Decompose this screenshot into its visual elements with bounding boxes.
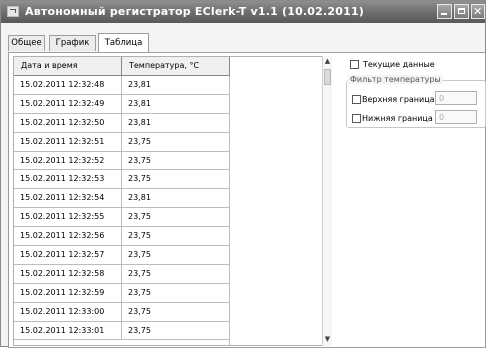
table-header: Дата и время Температура, °С (14, 57, 230, 76)
cell-temperature[interactable]: 23,81 (122, 114, 230, 132)
temperature-filter-legend: Фильтр температуры (348, 75, 443, 84)
lower-bound-checkbox[interactable] (352, 114, 361, 123)
scroll-up-icon[interactable]: ▲ (323, 56, 332, 67)
upper-bound-label: Верхняя граница (362, 95, 435, 104)
cell-datetime[interactable]: 15.02.2011 12:33:00 (14, 302, 122, 321)
cell-datetime[interactable]: 15.02.2011 12:32:51 (14, 132, 122, 151)
table-row[interactable]: 15.02.2011 12:32:53 23,75 (14, 170, 230, 190)
close-icon: ✕ (473, 5, 483, 18)
scroll-down-icon[interactable]: ▼ (323, 334, 332, 345)
cell-temperature[interactable]: 23,81 (122, 189, 230, 207)
current-data-label: Текущие данные (363, 60, 435, 69)
table-row[interactable]: 15.02.2011 12:33:01 23,75 (14, 321, 230, 341)
minimize-icon (441, 13, 447, 15)
data-table[interactable]: Дата и время Температура, °С 15.02.2011 … (13, 56, 332, 346)
cell-datetime[interactable]: 15.02.2011 12:32:50 (14, 113, 122, 132)
cell-datetime[interactable]: 15.02.2011 12:32:55 (14, 208, 122, 227)
cell-temperature[interactable]: 23,75 (122, 152, 230, 170)
minimize-button[interactable] (437, 4, 452, 19)
cell-temperature[interactable]: 23,75 (122, 227, 230, 245)
cell-temperature[interactable]: 23,81 (122, 95, 230, 113)
cell-datetime[interactable]: 15.02.2011 12:32:52 (14, 151, 122, 170)
title-bar[interactable]: Автономный регистратор EClerk-T v1.1 (10… (1, 1, 485, 23)
cell-datetime[interactable]: 15.02.2011 12:32:49 (14, 94, 122, 113)
column-header-datetime[interactable]: Дата и время (14, 57, 122, 75)
cell-temperature[interactable]: 23,81 (122, 76, 230, 94)
cell-datetime[interactable]: 15.02.2011 12:32:53 (14, 170, 122, 189)
maximize-icon (458, 8, 465, 14)
scroll-thumb[interactable] (324, 69, 331, 85)
table-row[interactable]: 15.02.2011 12:32:49 23,81 (14, 94, 230, 114)
lower-bound-label: Нижняя граница (362, 114, 433, 123)
vertical-scrollbar[interactable]: ▲ ▼ (322, 56, 332, 346)
cell-datetime[interactable]: 15.02.2011 12:32:59 (14, 283, 122, 302)
cell-temperature[interactable]: 23,75 (122, 208, 230, 226)
tab-general[interactable]: Общее (8, 35, 45, 51)
cell-datetime[interactable]: 15.02.2011 12:32:54 (14, 189, 122, 208)
table-row[interactable]: 15.02.2011 12:32:59 23,75 (14, 283, 230, 303)
upper-bound-input[interactable] (435, 91, 477, 105)
cell-datetime[interactable]: 15.02.2011 12:32:58 (14, 264, 122, 283)
cell-datetime[interactable]: 15.02.2011 12:32:56 (14, 227, 122, 246)
table-row[interactable]: 15.02.2011 12:32:57 23,75 (14, 246, 230, 265)
table-row[interactable]: 15.02.2011 12:32:51 23,75 (14, 132, 230, 152)
table-row[interactable]: 15.02.2011 12:32:50 23,81 (14, 113, 230, 133)
cell-datetime[interactable]: 15.02.2011 12:33:01 (14, 321, 122, 340)
table-row[interactable]: 15.02.2011 12:32:52 23,75 (14, 151, 230, 171)
upper-bound-checkbox[interactable] (352, 95, 361, 104)
cell-temperature[interactable]: 23,75 (122, 303, 230, 321)
maximize-button[interactable] (454, 4, 469, 19)
table-body: 15.02.2011 12:32:48 23,81 15.02.2011 12:32… (14, 76, 230, 341)
table-row[interactable]: 15.02.2011 12:32:54 23,81 (14, 189, 230, 209)
table-row[interactable]: 15.02.2011 12:32:48 23,81 (14, 76, 230, 95)
cell-temperature[interactable]: 23,75 (122, 284, 230, 302)
tab-chart[interactable]: График (49, 35, 96, 51)
cell-temperature[interactable]: 23,75 (122, 265, 230, 283)
window-title: Автономный регистратор EClerk-T v1.1 (10… (25, 5, 365, 18)
table-row[interactable]: 15.02.2011 12:33:00 23,75 (14, 302, 230, 322)
cell-temperature[interactable]: 23,75 (122, 246, 230, 264)
cell-temperature[interactable]: 23,75 (122, 170, 230, 188)
cell-temperature[interactable]: 23,75 (122, 133, 230, 151)
lower-bound-input[interactable] (435, 110, 477, 124)
cell-datetime[interactable]: 15.02.2011 12:32:57 (14, 246, 122, 265)
app-icon (7, 6, 19, 17)
table-row[interactable]: 15.02.2011 12:32:58 23,75 (14, 264, 230, 284)
tab-table[interactable]: Таблица (98, 33, 149, 52)
current-data-checkbox[interactable] (350, 60, 359, 69)
column-header-temperature[interactable]: Температура, °С (122, 57, 230, 75)
table-row[interactable]: 15.02.2011 12:32:55 23,75 (14, 208, 230, 228)
table-row[interactable]: 15.02.2011 12:32:56 23,75 (14, 227, 230, 247)
cell-temperature[interactable]: 23,75 (122, 322, 230, 340)
close-button[interactable]: ✕ (471, 4, 485, 19)
cell-datetime[interactable]: 15.02.2011 12:32:48 (14, 76, 122, 94)
